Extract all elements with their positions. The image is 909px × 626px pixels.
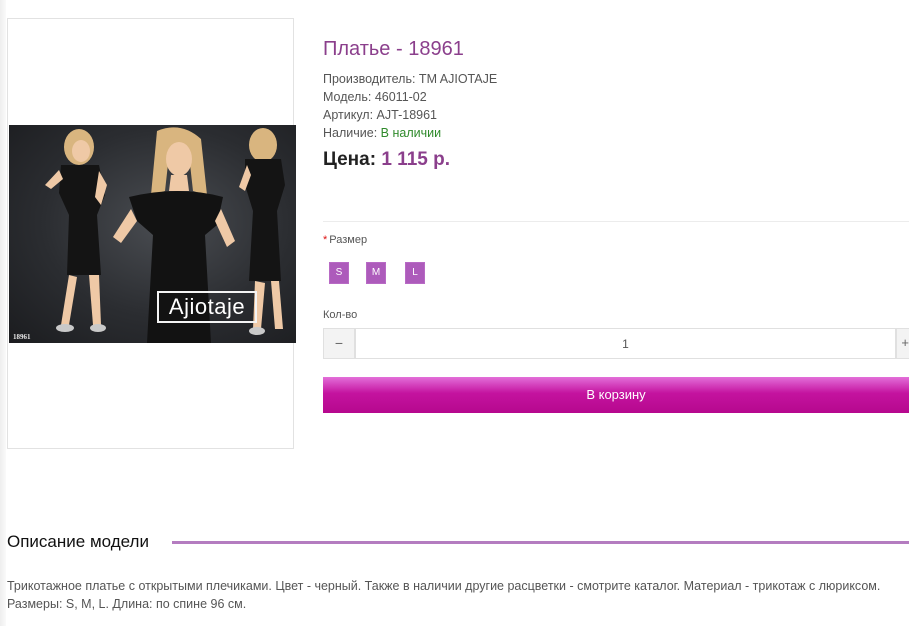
quantity-label: Кол-во <box>323 309 358 321</box>
size-label-text: Размер <box>329 234 368 246</box>
divider <box>323 221 909 222</box>
model-row: Модель: 46011-02 <box>323 90 427 104</box>
description-title-line <box>172 541 909 544</box>
product-info: Производитель: TM AJIOTAJE Модель: 46011… <box>323 70 497 142</box>
product-photo[interactable]: Ajiotaje 18961 <box>9 125 296 343</box>
image-sku-tag: 18961 <box>13 333 31 341</box>
availability-row: Наличие: В наличии <box>323 124 497 142</box>
size-label: * Размер <box>323 234 367 246</box>
price-label: Цена: <box>323 149 382 170</box>
description-text: Трикотажное платье с открытыми плечиками… <box>7 579 881 611</box>
manufacturer-row: Производитель: TM AJIOTAJE <box>323 72 498 86</box>
add-to-cart-button[interactable]: В корзину <box>323 377 909 413</box>
availability-label: Наличие: <box>323 126 381 140</box>
size-option-s[interactable]: S <box>329 262 349 284</box>
quantity-decrease-button[interactable]: − <box>323 328 355 359</box>
size-option-l[interactable]: L <box>405 262 425 284</box>
description-title: Описание модели <box>7 532 149 551</box>
brand-logo: Ajiotaje <box>157 291 257 323</box>
article-row: Артикул: AJT-18961 <box>323 108 438 122</box>
availability-value: В наличии <box>380 126 442 140</box>
product-image-frame[interactable]: Ajiotaje 18961 <box>7 18 296 449</box>
required-mark: * <box>323 234 328 246</box>
price-row: Цена: 1 115 р. <box>323 147 450 173</box>
product-title: Платье - 18961 <box>323 38 464 60</box>
page-left-shade <box>0 0 6 626</box>
price-value: 1 115 р. <box>381 149 450 170</box>
size-option-m[interactable]: M <box>366 262 386 284</box>
quantity-input[interactable] <box>355 328 896 359</box>
quantity-increase-button[interactable]: + <box>896 328 909 359</box>
